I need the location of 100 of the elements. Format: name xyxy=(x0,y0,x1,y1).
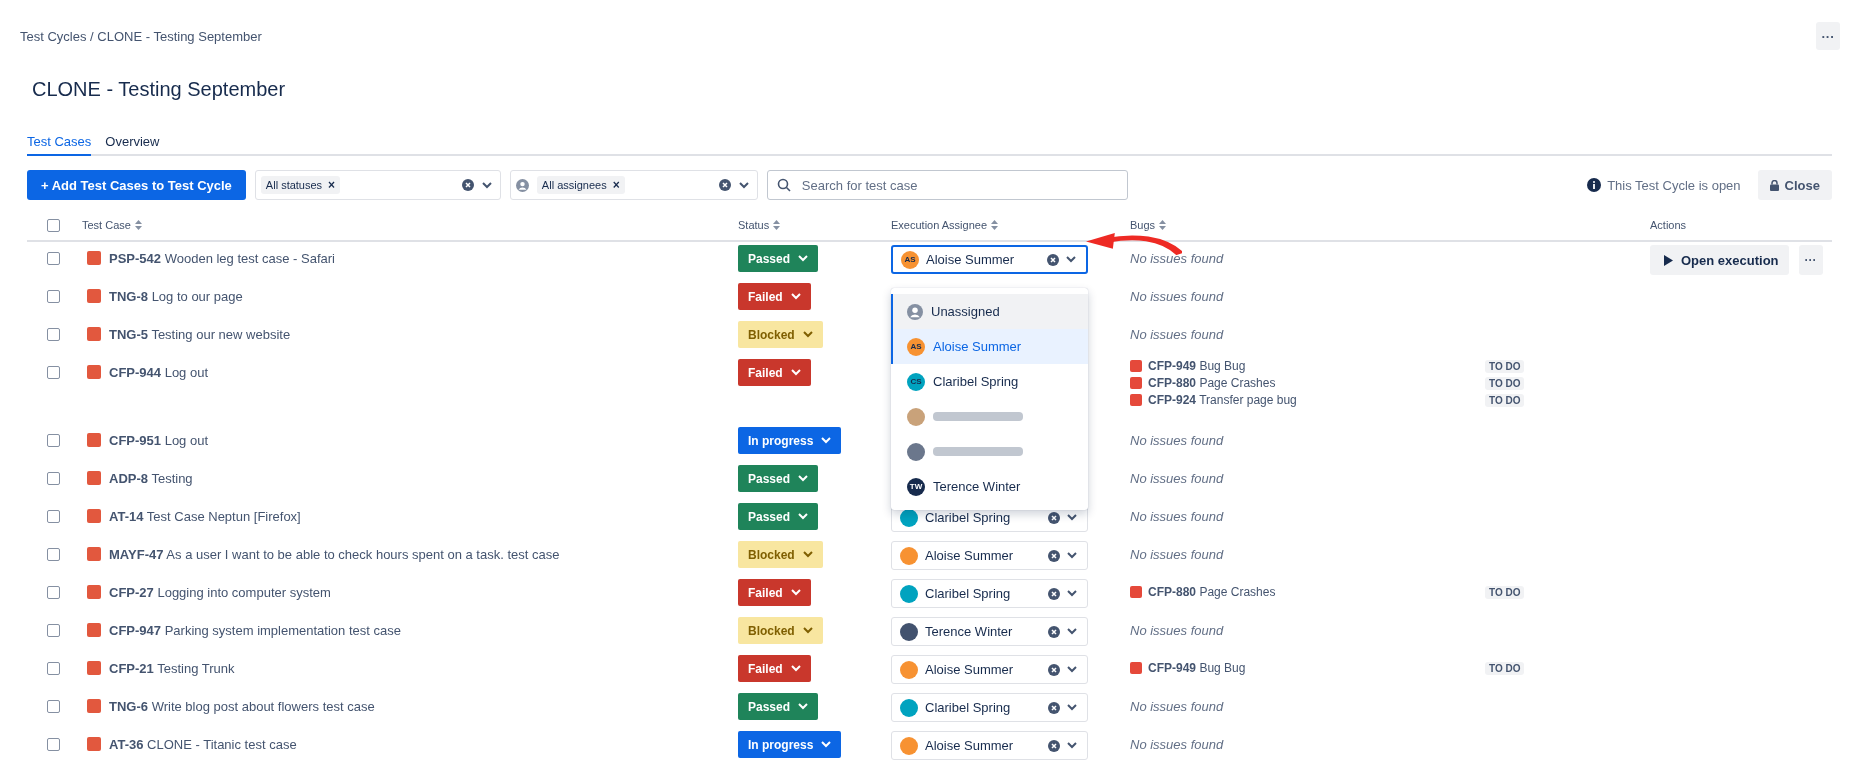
clear-icon[interactable] xyxy=(1048,701,1060,714)
sort-icon[interactable] xyxy=(134,220,142,230)
caret-icon xyxy=(821,437,832,444)
test-case-title[interactable]: ADP-8 Testing xyxy=(109,470,193,486)
column-header: Status xyxy=(738,219,770,231)
tab[interactable]: Test Cases xyxy=(27,134,92,156)
row-checkbox[interactable] xyxy=(47,623,60,637)
bug-status: TO DO xyxy=(1485,585,1525,599)
status-dropdown[interactable]: Passed xyxy=(738,503,819,530)
bug-icon xyxy=(1130,360,1142,372)
clear-icon[interactable] xyxy=(1048,511,1060,524)
sort-icon[interactable] xyxy=(773,220,781,230)
status-dropdown[interactable]: Blocked xyxy=(738,321,823,348)
test-case-title[interactable]: TNG-6 Write blog post about flowers test case xyxy=(109,698,375,714)
add-test-cases-button[interactable]: + Add Test Cases to Test Cycle xyxy=(27,170,246,200)
status-dropdown[interactable]: In progress xyxy=(738,427,842,454)
row-checkbox[interactable] xyxy=(47,585,60,599)
clear-icon[interactable] xyxy=(1048,587,1060,600)
test-case-title[interactable]: AT-36 CLONE - Titanic test case xyxy=(109,736,297,752)
menu-item[interactable]: Unassigned xyxy=(891,294,1088,329)
assignee-select[interactable]: Aloise Summer xyxy=(891,655,1088,684)
row-checkbox[interactable] xyxy=(47,365,60,379)
row-checkbox[interactable] xyxy=(47,547,60,561)
column-header: Actions xyxy=(1650,219,1687,231)
assignee-select[interactable]: Claribel Spring xyxy=(891,579,1088,608)
status-filter[interactable]: All statuses × xyxy=(254,170,501,200)
filter-tag: All assignees × xyxy=(536,176,625,194)
tab[interactable]: Overview xyxy=(105,134,160,156)
empty-bugs-text: No issues found xyxy=(1130,288,1224,304)
close-button[interactable]: Close xyxy=(1757,170,1832,200)
status-dropdown[interactable]: Failed xyxy=(738,579,811,606)
test-case-title[interactable]: TNG-8 Log to our page xyxy=(109,288,243,304)
bug-icon xyxy=(1130,586,1142,598)
row-checkbox[interactable] xyxy=(47,471,60,485)
clear-icon[interactable] xyxy=(1048,663,1060,676)
clear-icon[interactable] xyxy=(1048,625,1060,638)
empty-bugs-text: No issues found xyxy=(1130,470,1224,486)
assignee-select[interactable]: AS Aloise Summer xyxy=(891,245,1088,274)
sort-icon[interactable] xyxy=(991,220,998,230)
select-all-checkbox[interactable] xyxy=(47,218,60,232)
more-button[interactable]: ··· xyxy=(1816,22,1840,50)
row-checkbox[interactable] xyxy=(47,509,60,523)
info-icon xyxy=(1587,178,1602,192)
assignee-select[interactable]: Terence Winter xyxy=(891,617,1088,646)
status-dropdown[interactable]: Failed xyxy=(738,283,811,310)
test-case-title[interactable]: CFP-947 Parking system implementation test case xyxy=(109,622,401,638)
row-checkbox[interactable] xyxy=(47,289,60,303)
row-checkbox[interactable] xyxy=(47,699,60,713)
test-case-title[interactable]: CFP-21 Testing Trunk xyxy=(109,660,235,676)
empty-bugs-text: No issues found xyxy=(1130,736,1224,752)
test-case-icon xyxy=(87,289,101,303)
test-case-title[interactable]: CFP-944 Log out xyxy=(109,364,209,380)
assignee-select[interactable]: Aloise Summer xyxy=(891,731,1088,760)
clear-icon[interactable] xyxy=(1048,739,1060,752)
row-checkbox[interactable] xyxy=(47,251,60,265)
menu-item[interactable]: TW Terence Winter xyxy=(891,469,1088,504)
assignee-select[interactable]: Claribel Spring xyxy=(891,693,1088,722)
status-dropdown[interactable]: In progress xyxy=(738,731,842,758)
clear-icon[interactable] xyxy=(1047,253,1059,266)
caret-icon xyxy=(1067,742,1077,749)
caret-icon xyxy=(738,181,749,189)
bug-icon xyxy=(1130,377,1142,389)
status-dropdown[interactable]: Blocked xyxy=(738,541,823,568)
sort-icon[interactable] xyxy=(1159,220,1167,230)
more-button[interactable]: ··· xyxy=(1798,245,1823,275)
caret-icon xyxy=(1067,704,1077,711)
bug-link[interactable]: CFP-880 Page Crashes xyxy=(1130,585,1485,599)
test-case-title[interactable]: AT-14 Test Case Neptun [Firefox] xyxy=(109,508,301,524)
status-dropdown[interactable]: Failed xyxy=(738,655,811,682)
status-dropdown[interactable]: Passed xyxy=(738,693,819,720)
status-dropdown[interactable]: Blocked xyxy=(738,617,823,644)
status-dropdown[interactable]: Passed xyxy=(738,465,819,492)
caret-icon xyxy=(802,551,813,558)
bug-link[interactable]: CFP-880 Page Crashes xyxy=(1130,376,1485,390)
menu-item[interactable]: AS Aloise Summer xyxy=(891,329,1088,364)
row-checkbox[interactable] xyxy=(47,661,60,675)
assignee-filter[interactable]: All assignees × xyxy=(509,170,758,200)
test-case-icon xyxy=(87,251,101,265)
row-checkbox[interactable] xyxy=(47,737,60,751)
menu-item[interactable]: CS Claribel Spring xyxy=(891,364,1088,399)
bug-link[interactable]: CFP-949 Bug Bug xyxy=(1130,661,1485,675)
bug-icon xyxy=(1130,662,1142,674)
test-case-title[interactable]: MAYF-47 As a user I want to be able to check hours spent on a task. test case xyxy=(109,546,560,562)
bug-link[interactable]: CFP-949 Bug Bug xyxy=(1130,359,1485,373)
test-case-title[interactable]: TNG-5 Testing our new website xyxy=(109,326,291,342)
status-dropdown[interactable]: Passed xyxy=(738,245,819,272)
test-case-title[interactable]: CFP-951 Log out xyxy=(109,432,209,448)
test-case-title[interactable]: CFP-27 Logging into computer system xyxy=(109,584,331,600)
row-checkbox[interactable] xyxy=(47,327,60,341)
open-execution-button[interactable]: Open execution xyxy=(1650,245,1789,275)
clear-icon[interactable] xyxy=(718,179,731,191)
clear-icon[interactable] xyxy=(461,179,474,191)
test-case-title[interactable]: PSP-542 Wooden leg test case - Safari xyxy=(109,250,335,266)
assignee-select[interactable]: Aloise Summer xyxy=(891,541,1088,570)
clear-icon[interactable] xyxy=(1048,549,1060,562)
bug-link[interactable]: CFP-924 Transfer page bug xyxy=(1130,393,1485,407)
status-dropdown[interactable]: Failed xyxy=(738,359,811,386)
row-checkbox[interactable] xyxy=(47,433,60,447)
caret-icon xyxy=(802,331,813,338)
search-field[interactable]: Search for test case xyxy=(766,170,1128,200)
